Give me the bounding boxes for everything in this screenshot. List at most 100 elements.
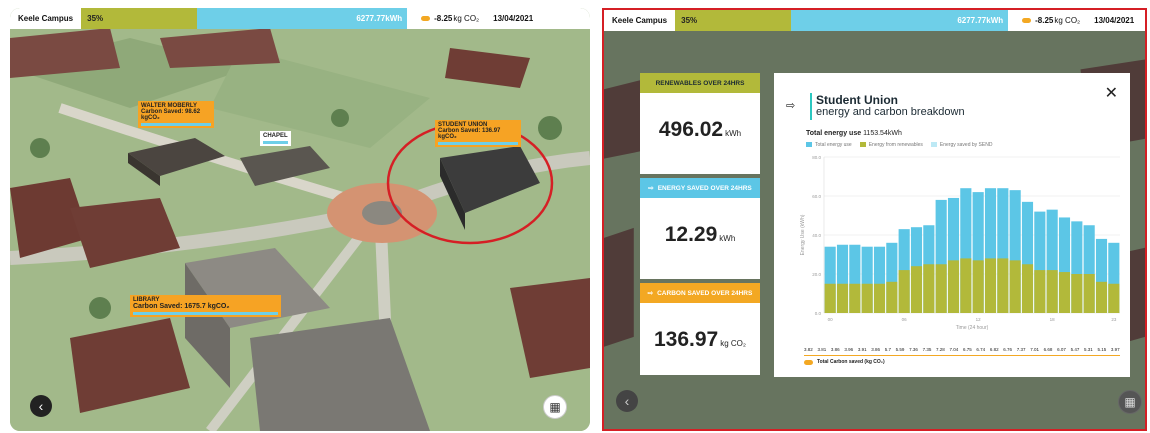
campus-name: Keele Campus xyxy=(612,16,668,25)
campus-map[interactable] xyxy=(10,8,590,431)
date: 13/04/2021 xyxy=(1094,16,1135,25)
renewable-percent: 35% xyxy=(81,8,198,29)
carbon-saved-hour-value: 5.31 xyxy=(1084,347,1093,352)
building-detail-panel: Keele Campus 35% 6277.77 kWh -8.25 kg CO₂ … xyxy=(602,8,1147,431)
x-axis-label: Time (24 hour) xyxy=(956,325,989,331)
bar-renewables xyxy=(997,258,1009,313)
campus-name: Keele Campus xyxy=(18,14,74,23)
bar-renewables xyxy=(972,260,984,313)
energy-total: 6277.77 kWh xyxy=(197,8,408,29)
carbon-saved-hour-value: 6.74 xyxy=(976,347,986,352)
carbon-saved-hour-value: 3.86 xyxy=(871,347,881,352)
title-accent xyxy=(810,93,812,120)
carbon-saved-hour-value: 5.15 xyxy=(1097,347,1107,352)
solar-panel-icon: ▦ xyxy=(1124,395,1136,409)
building-label-library[interactable]: LIBRARY Carbon Saved: 1675.7 kgCO₂ xyxy=(130,295,281,317)
legend-swatch xyxy=(859,142,866,148)
x-tick-label: 12 xyxy=(976,317,982,322)
door-exit-icon: ⇨ xyxy=(647,290,654,297)
energy-breakdown-modal: ⇨ Student Union energy and carbon breakd… xyxy=(774,73,1130,377)
back-button[interactable]: ‹ xyxy=(30,395,52,417)
bar-renewables xyxy=(947,260,960,313)
carbon-divider xyxy=(804,355,1120,356)
y-axis-label: Energy Use (kWh) xyxy=(800,214,806,255)
carbon-saved-hour-value: 6.68 xyxy=(1043,347,1053,352)
carbon-saved-hour-value: 6.75 xyxy=(962,347,972,352)
bar-renewables xyxy=(1046,270,1058,313)
x-tick-label: 23 xyxy=(1111,317,1117,322)
modal-subtitle: energy and carbon breakdown xyxy=(816,106,965,118)
carbon-saved-hour-value: 7.36 xyxy=(909,347,918,352)
bar-renewables xyxy=(1058,272,1071,313)
bar-renewables xyxy=(1034,270,1046,313)
carbon-saved-hour-value: 3.91 xyxy=(857,347,867,352)
progress-bar xyxy=(438,142,518,145)
building-label-chapel[interactable]: CHAPEL xyxy=(260,131,291,146)
bar-renewables xyxy=(861,283,873,313)
carbon-saved-row: 3.82 3.81 3.86 3.96 3.91 3.86 5.7 5.59 7.36 7.35 7… xyxy=(804,347,1120,352)
solar-panel-button[interactable]: ▦ xyxy=(543,395,567,419)
legend-saved: Energy saved by SEND xyxy=(930,142,992,148)
bar-renewables xyxy=(849,283,861,313)
carbon-saved-hour-value: 5.47 xyxy=(1070,347,1080,352)
carbon-saved-hour-value: 6.82 xyxy=(989,347,999,352)
y-tick-label: 40.0 xyxy=(812,233,821,238)
building-label-student-union[interactable]: STUDENT UNION Carbon Saved: 136.97 kgCO₂ xyxy=(435,120,521,147)
carbon-saved-hour-value: 7.35 xyxy=(922,347,932,352)
renewables-card-heading: RENEWABLES OVER 24HRS xyxy=(640,73,760,93)
bar-renewables xyxy=(873,283,886,313)
solar-panel-button[interactable]: ▦ xyxy=(1118,390,1142,414)
carbon-saved-card: ⇨ CARBON SAVED OVER 24HRS 136.97 kg CO₂ xyxy=(640,283,760,375)
solar-panel-icon: ▦ xyxy=(549,400,561,414)
carbon-saved: Carbon Saved: 136.97 kgCO₂ xyxy=(438,128,501,140)
energy-bar-chart: 0.0 20.0 40.0 60.0 80.0 Energy Use (kWh) 00 06 1… xyxy=(800,155,1120,331)
door-exit-icon: ⇨ xyxy=(786,100,796,112)
carbon-saved-hour-value: 3.86 xyxy=(830,347,840,352)
bar-renewables xyxy=(984,258,997,313)
building-name: CHAPEL xyxy=(263,133,288,139)
bar-renewables xyxy=(1071,274,1083,313)
y-tick-label: 80.0 xyxy=(812,155,821,160)
energy-total: 6277.77 kWh xyxy=(791,10,1009,31)
chevron-left-icon: ‹ xyxy=(38,398,44,414)
carbon-saved-hour-value: 3.81 xyxy=(817,347,827,352)
progress-bar xyxy=(141,123,211,126)
modal-title: Student Union xyxy=(816,93,898,107)
bar-renewables xyxy=(886,281,898,313)
legend-total: Total energy use xyxy=(806,142,852,148)
carbon-saved: Carbon Saved: 1675.7 kgCO₂ xyxy=(133,303,230,310)
date: 13/04/2021 xyxy=(493,14,534,23)
carbon-saved-hour-value: 5.7 xyxy=(884,347,891,352)
back-button[interactable]: ‹ xyxy=(616,390,638,412)
bar-renewables xyxy=(898,270,910,313)
energy-saved-card-heading: ⇨ ENERGY SAVED OVER 24HRS xyxy=(640,178,760,198)
bar-renewables xyxy=(1083,274,1095,313)
campus-map-panel[interactable]: Keele Campus 35% 6277.77 kWh -8.25 kg CO₂ … xyxy=(10,8,590,431)
legend-swatch xyxy=(930,142,937,148)
bar-renewables xyxy=(1108,283,1120,313)
door-exit-icon: ⇨ xyxy=(648,185,654,192)
co2-readout: -8.25 kg CO₂ xyxy=(1008,16,1080,25)
building-label-walter-moberly[interactable]: WALTER MOBERLY Carbon Saved: 98.62 kgCO₂ xyxy=(138,101,214,128)
x-tick-label: 06 xyxy=(902,317,908,322)
carbon-saved-hour-value: 7.01 xyxy=(1030,347,1039,352)
y-tick-label: 60.0 xyxy=(812,194,821,199)
bar-renewables xyxy=(836,283,849,313)
carbon-saved: Carbon Saved: 98.62 kgCO₂ xyxy=(141,109,201,121)
carbon-saved-hour-value: 7.37 xyxy=(1016,347,1026,352)
legend-renewables: Energy from renewables xyxy=(859,142,923,148)
bar-renewables xyxy=(960,258,972,313)
co2-readout: -8.25 kg CO₂ xyxy=(407,14,479,23)
coin-icon xyxy=(421,16,431,21)
close-icon: ✕ xyxy=(1104,85,1118,102)
bar-renewables xyxy=(824,283,836,313)
progress-bar xyxy=(133,312,278,315)
coin-icon xyxy=(804,359,813,365)
coin-icon xyxy=(1022,18,1032,23)
carbon-saved-hour-value: 3.96 xyxy=(844,347,854,352)
carbon-saved-hour-value: 7.28 xyxy=(936,347,945,352)
close-button[interactable]: ✕ xyxy=(1105,83,1118,103)
carbon-saved-hour-value: 7.04 xyxy=(949,347,959,352)
status-bar: Keele Campus 35% 6277.77 kWh -8.25 kg CO₂ … xyxy=(10,8,590,29)
carbon-saved-card-heading: ⇨ CARBON SAVED OVER 24HRS xyxy=(640,283,760,303)
